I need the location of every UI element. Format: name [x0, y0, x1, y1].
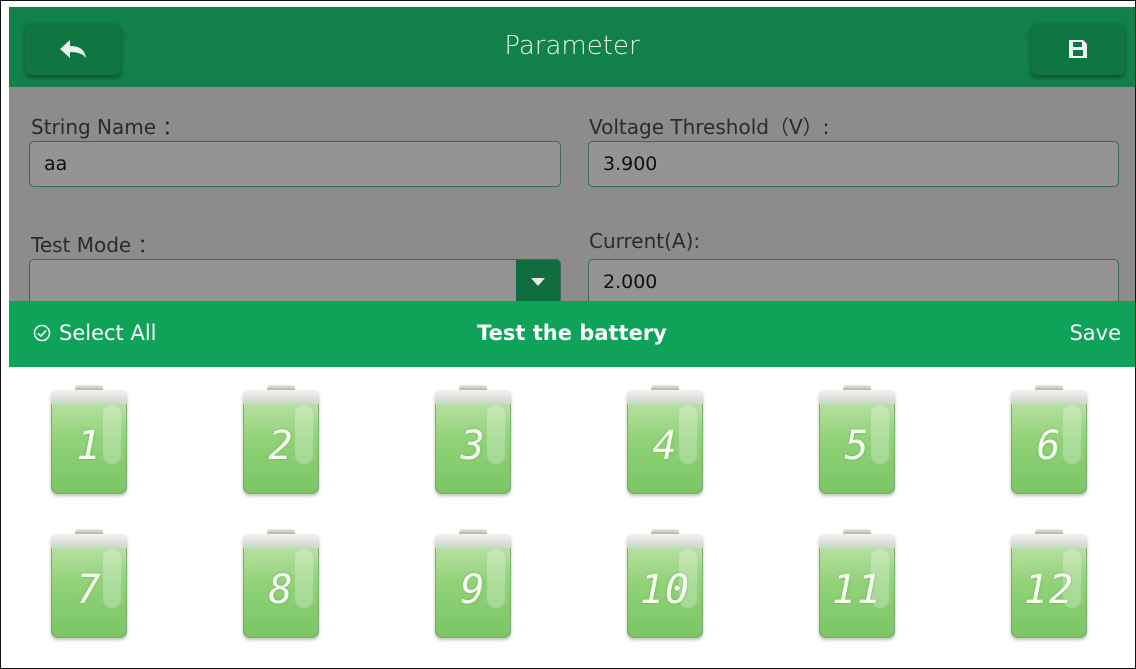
- battery-number: 1: [76, 423, 102, 469]
- battery-number: 12: [1023, 567, 1075, 613]
- battery-grid: 1 2 3 4 5 6 7 8 9 10 11 12: [9, 367, 1135, 668]
- battery-2[interactable]: 2: [243, 385, 319, 495]
- parameter-form: String Name ： aa Voltage Threshold（V）: 3…: [9, 87, 1135, 305]
- voltage-threshold-label: Voltage Threshold（V）:: [589, 115, 830, 139]
- battery-number: 7: [76, 567, 102, 613]
- battery-number: 8: [268, 567, 294, 613]
- string-name-input[interactable]: aa: [29, 141, 561, 187]
- floppy-disk-icon: [1069, 40, 1087, 58]
- battery-action-bar: Select All Test the battery Save: [9, 301, 1135, 367]
- panel-title: Test the battery: [477, 321, 667, 345]
- chevron-down-icon: [531, 278, 545, 286]
- battery-number: 11: [831, 567, 883, 613]
- battery-1[interactable]: 1: [51, 385, 127, 495]
- battery-8[interactable]: 8: [243, 529, 319, 639]
- battery-number: 5: [844, 423, 870, 469]
- test-mode-select[interactable]: [29, 259, 561, 305]
- battery-3[interactable]: 3: [435, 385, 511, 495]
- battery-12[interactable]: 12: [1011, 529, 1087, 639]
- battery-6[interactable]: 6: [1011, 385, 1087, 495]
- battery-9[interactable]: 9: [435, 529, 511, 639]
- string-name-label: String Name ：: [31, 115, 183, 139]
- app-window: Parameter String Name ： aa Voltage Thres…: [0, 0, 1136, 669]
- battery-5[interactable]: 5: [819, 385, 895, 495]
- test-mode-dropdown-button[interactable]: [516, 260, 560, 304]
- battery-number: 9: [460, 567, 486, 613]
- voltage-threshold-input[interactable]: 3.900: [588, 141, 1119, 187]
- battery-number: 3: [460, 423, 486, 469]
- battery-4[interactable]: 4: [627, 385, 703, 495]
- battery-7[interactable]: 7: [51, 529, 127, 639]
- battery-number: 2: [268, 423, 294, 469]
- save-icon-button[interactable]: [1031, 23, 1125, 75]
- test-mode-label: Test Mode ：: [31, 233, 158, 257]
- current-input[interactable]: 2.000: [588, 259, 1119, 305]
- current-label: Current(A):: [589, 229, 701, 253]
- battery-11[interactable]: 11: [819, 529, 895, 639]
- save-button[interactable]: Save: [1069, 321, 1121, 345]
- battery-number: 10: [639, 567, 691, 613]
- battery-10[interactable]: 10: [627, 529, 703, 639]
- top-bar: Parameter: [9, 7, 1135, 87]
- battery-number: 6: [1036, 423, 1062, 469]
- battery-number: 4: [652, 423, 678, 469]
- page-title: Parameter: [504, 31, 640, 61]
